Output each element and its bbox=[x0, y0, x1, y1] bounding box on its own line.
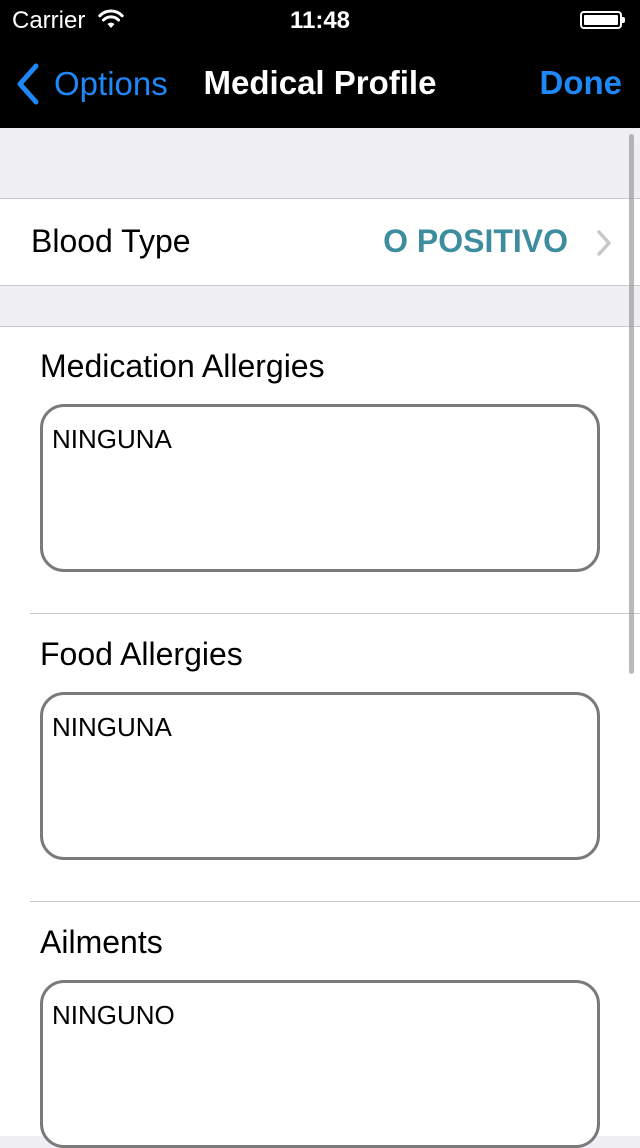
food-allergies-label: Food Allergies bbox=[40, 636, 243, 672]
food-allergies-value: NINGUNA bbox=[52, 712, 172, 742]
medication-allergies-value: NINGUNA bbox=[52, 424, 172, 454]
clock: 11:48 bbox=[289, 7, 351, 34]
back-button-label: Options bbox=[54, 65, 168, 102]
divider bbox=[30, 613, 640, 614]
divider bbox=[30, 901, 640, 902]
blood-type-row[interactable]: Blood Type O POSITIVO bbox=[0, 198, 640, 286]
battery-icon bbox=[580, 11, 625, 29]
scroll-indicator[interactable] bbox=[629, 134, 634, 674]
ailments-value: NINGUNO bbox=[52, 1000, 175, 1030]
blood-type-label: Blood Type bbox=[31, 223, 191, 259]
back-chevron-icon bbox=[17, 63, 39, 105]
status-bar: Carrier 11:48 bbox=[0, 0, 640, 40]
ailments-field[interactable]: NINGUNO bbox=[40, 980, 600, 1148]
back-button[interactable]: Options bbox=[14, 62, 168, 106]
medication-allergies-label: Medication Allergies bbox=[40, 348, 325, 384]
food-allergies-field[interactable]: NINGUNA bbox=[40, 692, 600, 860]
navigation-bar: Options Medical Profile Done bbox=[0, 40, 640, 128]
chevron-right-icon bbox=[597, 230, 611, 256]
done-button[interactable]: Done bbox=[540, 64, 623, 102]
medication-allergies-field[interactable]: NINGUNA bbox=[40, 404, 600, 572]
blood-type-value: O POSITIVO bbox=[383, 223, 568, 259]
ailments-label: Ailments bbox=[40, 924, 163, 960]
